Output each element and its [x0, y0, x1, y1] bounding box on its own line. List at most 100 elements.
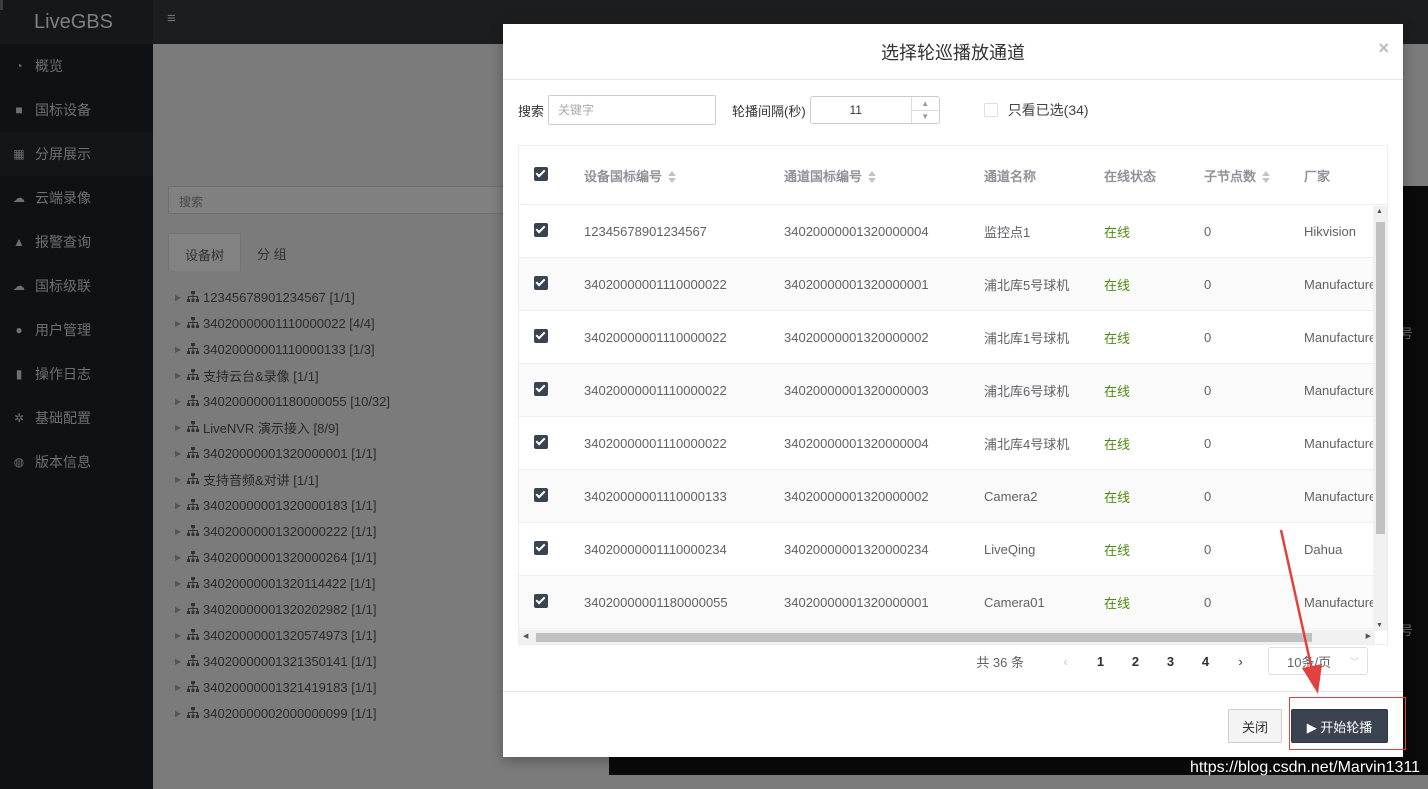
table-row[interactable]: 34020000001110000133 34020000001320000002…	[519, 470, 1387, 523]
watermark: https://blog.csdn.net/Marvin1311	[1189, 759, 1420, 776]
table-row[interactable]: 12345678901234567 34020000001320000004 监控点…	[519, 205, 1387, 258]
sidebar-item[interactable]: ☁ 云端录像	[0, 176, 153, 220]
close-button[interactable]: 关闭	[1228, 709, 1282, 743]
caret-right-icon[interactable]: ▶	[175, 501, 187, 510]
table-row[interactable]: 34020000001110000022 34020000001320000004…	[519, 417, 1387, 470]
row-checkbox[interactable]	[534, 222, 548, 237]
sidebar-item[interactable]: ◔ 概览	[0, 44, 153, 88]
table-row[interactable]: 34020000001110000022 34020000001320000001…	[519, 258, 1387, 311]
sidebar-item[interactable]: ☁ 国标级联	[0, 264, 153, 308]
page-1[interactable]: 1	[1083, 654, 1118, 669]
table-row[interactable]: 34020000001110000022 34020000001320000002…	[519, 311, 1387, 364]
caret-right-icon[interactable]: ▶	[175, 553, 187, 562]
page-4[interactable]: 4	[1188, 654, 1223, 669]
sidebar-item[interactable]: ▲ 报警查询	[0, 220, 153, 264]
caret-right-icon[interactable]: ▶	[175, 423, 187, 432]
tree-node[interactable]: ▶ 支持云台&录像 [1/1]	[175, 362, 390, 388]
sort-icon[interactable]	[1262, 171, 1271, 184]
row-checkbox[interactable]	[534, 275, 548, 290]
sidebar-item[interactable]: ■ 国标设备	[0, 88, 153, 132]
menu-toggle-icon[interactable]: ≡	[167, 11, 181, 26]
tree-node[interactable]: ▶ 34020000001320000222 [1/1]	[175, 518, 390, 544]
caret-right-icon[interactable]: ▶	[175, 397, 187, 406]
sidebar-item[interactable]: ▦ 分屏展示	[0, 132, 153, 176]
channel-id: 34020000001320000002	[784, 329, 929, 345]
caret-right-icon[interactable]: ▶	[175, 475, 187, 484]
tree-node[interactable]: ▶ 34020000001320114422 [1/1]	[175, 570, 390, 596]
col-channel-id[interactable]: 通道国标编号	[784, 166, 984, 185]
caret-right-icon[interactable]: ▶	[175, 605, 187, 614]
tree-node[interactable]: ▶ 34020000001110000133 [1/3]	[175, 336, 390, 362]
scroll-thumb[interactable]	[1376, 222, 1385, 534]
decrement-icon[interactable]: ▼	[912, 111, 939, 124]
prev-page-icon[interactable]: ‹	[1048, 654, 1083, 669]
row-checkbox[interactable]	[534, 434, 548, 449]
only-selected-toggle[interactable]: 只看已选(34)	[983, 100, 1089, 120]
tree-node[interactable]: ▶ 34020000001320574973 [1/1]	[175, 622, 390, 648]
caret-right-icon[interactable]: ▶	[175, 319, 187, 328]
sitemap-icon	[187, 473, 199, 484]
page-2[interactable]: 2	[1118, 654, 1153, 669]
page-size-select[interactable]: 10条/页 ﹀	[1268, 647, 1368, 675]
tree-node[interactable]: ▶ 34020000001320000264 [1/1]	[175, 544, 390, 570]
scroll-down-icon[interactable]: ▼	[1376, 622, 1383, 629]
caret-right-icon[interactable]: ▶	[175, 449, 187, 458]
tree-node[interactable]: ▶ 34020000001320000001 [1/1]	[175, 440, 390, 466]
horizontal-scrollbar[interactable]: ◀ ▶	[519, 630, 1375, 644]
scroll-up-icon[interactable]: ▲	[1376, 208, 1383, 215]
increment-icon[interactable]: ▲	[911, 97, 939, 111]
page-3[interactable]: 3	[1153, 654, 1188, 669]
caret-right-icon[interactable]: ▶	[175, 683, 187, 692]
caret-right-icon[interactable]: ▶	[175, 371, 187, 380]
row-checkbox[interactable]	[534, 328, 548, 343]
sort-icon[interactable]	[868, 171, 877, 184]
select-all-checkbox[interactable]	[534, 166, 548, 181]
interval-value[interactable]: 11	[811, 97, 911, 123]
row-checkbox[interactable]	[534, 487, 548, 502]
close-icon[interactable]: ×	[1378, 38, 1389, 59]
tab-device-tree[interactable]: 设备树	[168, 233, 242, 271]
scroll-right-icon[interactable]: ▶	[1366, 632, 1371, 640]
tree-node[interactable]: ▶ 34020000002000000099 [1/1]	[175, 700, 390, 726]
row-checkbox[interactable]	[534, 593, 548, 608]
table-row[interactable]: 34020000001180000055 34020000001320000001…	[519, 576, 1387, 629]
caret-right-icon[interactable]: ▶	[175, 657, 187, 666]
sidebar-item-label: 版本信息	[35, 454, 91, 470]
interval-stepper[interactable]: 11 ▲ ▼	[809, 96, 940, 124]
next-page-icon[interactable]: ›	[1223, 654, 1258, 669]
sidebar-item[interactable]: ● 用户管理	[0, 308, 153, 352]
caret-right-icon[interactable]: ▶	[175, 345, 187, 354]
tree-node[interactable]: ▶ 12345678901234567 [1/1]	[175, 284, 390, 310]
tree-node[interactable]: ▶ LiveNVR 演示接入 [8/9]	[175, 414, 390, 440]
tree-node[interactable]: ▶ 支持音频&对讲 [1/1]	[175, 466, 390, 492]
tree-node[interactable]: ▶ 34020000001180000055 [10/32]	[175, 388, 390, 414]
vertical-scrollbar[interactable]: ▲ ▼	[1373, 206, 1387, 631]
col-device-id[interactable]: 设备国标编号	[584, 166, 784, 185]
table-row[interactable]: 34020000001110000022 34020000001320000003…	[519, 364, 1387, 417]
only-selected-checkbox[interactable]	[983, 103, 998, 117]
tree-node[interactable]: ▶ 34020000001320000183 [1/1]	[175, 492, 390, 518]
caret-right-icon[interactable]: ▶	[175, 631, 187, 640]
caret-right-icon[interactable]: ▶	[175, 527, 187, 536]
tree-node[interactable]: ▶ 34020000001321419183 [1/1]	[175, 674, 390, 700]
tab-groups[interactable]: 分 组	[241, 233, 303, 271]
sidebar-item[interactable]: ✲ 基础配置	[0, 396, 153, 440]
caret-right-icon[interactable]: ▶	[175, 293, 187, 302]
sidebar-item[interactable]: ◍ 版本信息	[0, 440, 153, 484]
caret-right-icon[interactable]: ▶	[175, 579, 187, 588]
scroll-left-icon[interactable]: ◀	[523, 632, 528, 640]
sort-icon[interactable]	[668, 171, 677, 184]
row-checkbox[interactable]	[534, 540, 548, 555]
tree-node[interactable]: ▶ 34020000001321350141 [1/1]	[175, 648, 390, 674]
row-checkbox[interactable]	[534, 381, 548, 396]
caret-right-icon[interactable]: ▶	[175, 709, 187, 718]
keyword-search-input[interactable]	[548, 95, 717, 125]
tree-search-input[interactable]: 搜索	[168, 186, 513, 214]
app-logo[interactable]: LiveGBS	[0, 0, 153, 44]
tree-node[interactable]: ▶ 34020000001320202982 [1/1]	[175, 596, 390, 622]
sidebar-item[interactable]: ▮ 操作日志	[0, 352, 153, 396]
tree-node[interactable]: ▶ 34020000001110000022 [4/4]	[175, 310, 390, 336]
scroll-thumb[interactable]	[536, 633, 1312, 642]
table-row[interactable]: 34020000001110000234 34020000001320000234…	[519, 523, 1387, 576]
col-children[interactable]: 子节点数	[1204, 166, 1304, 185]
